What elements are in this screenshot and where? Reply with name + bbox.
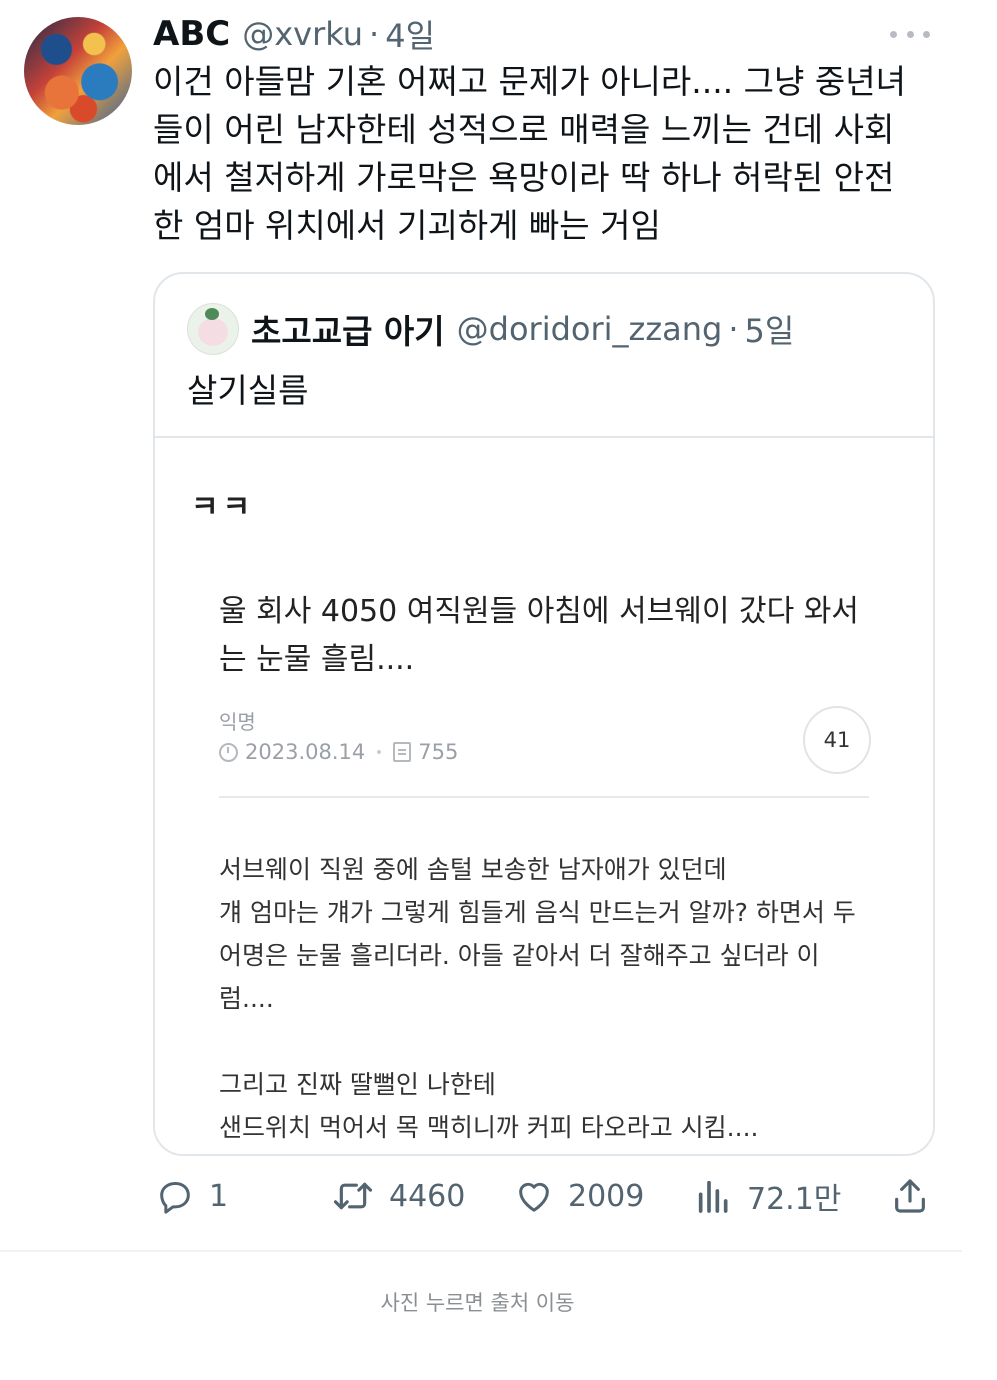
views-icon: [698, 1180, 728, 1213]
screenshot-date: 2023.08.14: [245, 740, 366, 764]
tweet-text-line: 이건 아들맘 기혼 어쩌고 문제가 아니라.... 그냥 중년녀: [153, 62, 906, 101]
post-body-line: 샌드위치 먹어서 목 맥히니까 커피 타오라고 시킴....: [219, 1113, 759, 1142]
views-count: 72.1만: [747, 1182, 842, 1217]
screenshot-comment-count: 41: [803, 706, 871, 774]
view-count-icon: [393, 742, 412, 762]
quoted-header-separator: ·: [728, 310, 739, 348]
quoted-tweet-image[interactable]: ㅋㅋ 울 회사 4050 여직원들 아침에 서브웨이 갔다 와서 는 눈물 흘림…: [155, 436, 933, 1154]
tweet-header: ABC @xvrku · 4일: [153, 12, 435, 56]
reply-count: 1: [209, 1178, 229, 1214]
author-display-name[interactable]: ABC: [153, 14, 230, 54]
post-body-line: 서브웨이 직원 중에 솜털 보송한 남자애가 있던데: [219, 855, 727, 884]
author-avatar[interactable]: [24, 17, 132, 125]
bottom-divider: [0, 1250, 962, 1252]
screenshot-views: 755: [418, 740, 459, 764]
post-body-line: 걔 엄마는 걔가 그렇게 힘들게 음식 만드는거 알까? 하면서 두: [219, 898, 856, 927]
tweet-text-line: 한 엄마 위치에서 기괴하게 빠는 거임: [153, 206, 661, 245]
tweet-text: 이건 아들맘 기혼 어쩌고 문제가 아니라.... 그냥 중년녀 들이 어린 남…: [153, 58, 943, 250]
quoted-tweet-timestamp: 5일: [744, 312, 795, 350]
tweet-action-bar: 1 4460 2009 72.1만: [155, 1170, 935, 1222]
screenshot-meta: 2023.08.14 755: [219, 740, 458, 764]
post-body-line: 어명은 눈물 흘리더라. 아들 같아서 더 잘해주고 싶더라 이: [219, 941, 820, 970]
screenshot-post-body: 서브웨이 직원 중에 솜털 보송한 남자애가 있던데 걔 엄마는 걔가 그렇게 …: [219, 848, 899, 1149]
post-title-line: 는 눈물 흘림....: [219, 642, 415, 677]
meta-separator: [377, 750, 382, 754]
like-count: 2009: [568, 1178, 645, 1214]
footer-caption: 사진 누르면 출처 이동: [380, 1291, 575, 1315]
quoted-tweet-card[interactable]: 초고교급 아기 @doridori_zzang · 5일 살기실름 ㅋㅋ 울 회…: [153, 272, 935, 1156]
tweet-text-line: 들이 어린 남자한테 성적으로 매력을 느끼는 건데 사회: [153, 110, 895, 149]
share-button[interactable]: [890, 1170, 944, 1222]
more-icon[interactable]: [890, 24, 930, 44]
quoted-tweet-header: 초고교급 아기 @doridori_zzang · 5일: [187, 303, 795, 355]
screenshot-post-title: 울 회사 4050 여직원들 아침에 서브웨이 갔다 와서 는 눈물 흘림...…: [219, 588, 879, 684]
quoted-author-avatar: [187, 303, 239, 355]
screenshot-kk-text: ㅋㅋ: [191, 490, 255, 525]
tweet-text-line: 에서 철저하게 가로막은 욕망이라 딱 하나 허락된 안전: [153, 158, 895, 197]
author-handle[interactable]: @xvrku: [242, 15, 363, 53]
header-separator: ·: [369, 15, 380, 53]
quoted-author-handle: @doridori_zzang: [456, 310, 723, 348]
post-body-line: 럼....: [219, 984, 274, 1013]
retweet-button[interactable]: 4460: [331, 1170, 465, 1222]
like-button[interactable]: 2009: [514, 1170, 644, 1222]
screenshot-divider: [219, 796, 869, 798]
share-icon: [895, 1179, 925, 1213]
like-icon: [519, 1182, 549, 1212]
retweet-count: 4460: [389, 1178, 466, 1214]
post-body-line: 그리고 진짜 딸뻘인 나한테: [219, 1070, 496, 1099]
clock-icon: [219, 742, 238, 762]
reply-button[interactable]: 1: [155, 1170, 228, 1222]
views-button[interactable]: 72.1만: [695, 1170, 841, 1222]
screenshot-author: 익명: [219, 710, 256, 734]
retweet-icon: [333, 1182, 373, 1210]
quoted-tweet-text: 살기실름: [187, 371, 309, 410]
reply-icon: [160, 1182, 190, 1214]
tweet-timestamp[interactable]: 4일: [385, 11, 435, 57]
post-title-line: 울 회사 4050 여직원들 아침에 서브웨이 갔다 와서: [219, 594, 859, 629]
quoted-author-name: 초고교급 아기: [251, 312, 445, 351]
post-body-line: [219, 1020, 899, 1063]
